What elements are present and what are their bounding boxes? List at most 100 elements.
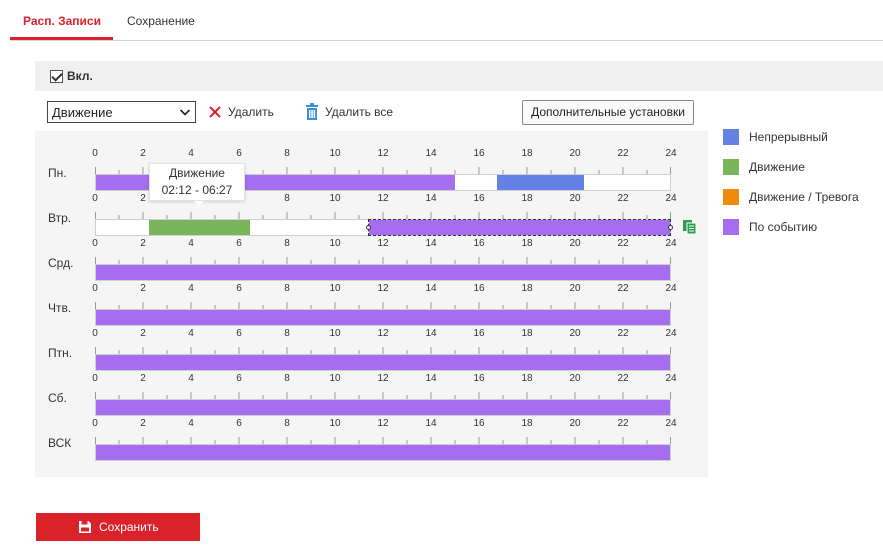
hour-tick-label: 8 xyxy=(284,238,290,249)
hour-tick-label: 24 xyxy=(665,238,677,249)
hour-tick-marks xyxy=(95,437,671,444)
tab-storage[interactable]: Сохранение xyxy=(127,14,195,28)
hour-tick-label: 18 xyxy=(521,328,533,339)
advanced-settings-button[interactable]: Дополнительные установки xyxy=(522,100,694,125)
legend-label-continuous: Непрерывный xyxy=(749,130,828,144)
hour-tick-label: 22 xyxy=(617,193,629,204)
hour-tick-label: 12 xyxy=(377,283,389,294)
hour-tick-label: 14 xyxy=(425,328,437,339)
hour-tick-label: 14 xyxy=(425,418,437,429)
day-label: Втр. xyxy=(48,211,72,225)
record-type-value: Движение xyxy=(52,105,113,120)
hour-tick-label: 6 xyxy=(236,148,242,159)
trash-icon xyxy=(306,103,318,120)
hour-tick-label: 18 xyxy=(521,148,533,159)
hour-tick-label: 16 xyxy=(473,283,485,294)
hour-tick-label: 6 xyxy=(236,283,242,294)
schedule-row: Сб. 0 2 4 6 8 10 12 14 16 18 20 22 24 xyxy=(35,365,708,416)
hour-tick-label: 12 xyxy=(377,373,389,384)
hour-tick-label: 14 xyxy=(425,238,437,249)
tooltip-range: 02:12 - 06:27 xyxy=(161,183,233,197)
hour-tick-label: 10 xyxy=(329,238,341,249)
hour-tick-label: 6 xyxy=(236,373,242,384)
save-label: Сохранить xyxy=(99,520,159,534)
tab-schedule[interactable]: Расп. Записи xyxy=(23,14,101,28)
day-label: ВСК xyxy=(48,436,72,450)
hour-tick-label: 4 xyxy=(188,373,194,384)
schedule-row: ВСК 0 2 4 6 8 10 12 14 16 18 20 22 24 xyxy=(35,410,708,461)
schedule-segment-event[interactable] xyxy=(96,445,670,460)
record-type-select[interactable]: Движение xyxy=(47,101,196,123)
hour-tick-label: 12 xyxy=(377,418,389,429)
hour-tick-label: 24 xyxy=(665,283,677,294)
hour-tick-label: 22 xyxy=(617,373,629,384)
hour-tick-label: 12 xyxy=(377,328,389,339)
hour-tick-label: 18 xyxy=(521,283,533,294)
hour-tick-label: 10 xyxy=(329,283,341,294)
hour-tick-marks xyxy=(95,257,671,264)
hour-tick-label: 2 xyxy=(140,373,146,384)
hour-tick-label: 22 xyxy=(617,328,629,339)
hour-tick-label: 2 xyxy=(140,148,146,159)
hour-tick-label: 20 xyxy=(569,193,581,204)
legend-label-motion: Движение xyxy=(749,160,805,174)
hour-tick-label: 20 xyxy=(569,373,581,384)
legend-swatch-alarm xyxy=(723,189,739,205)
hour-tick-label: 16 xyxy=(473,373,485,384)
hour-tick-label: 6 xyxy=(236,238,242,249)
hour-tick-label: 10 xyxy=(329,373,341,384)
hour-tick-label: 16 xyxy=(473,148,485,159)
legend-swatch-motion xyxy=(723,159,739,175)
legend-item-alarm: Движение / Тревога xyxy=(723,189,883,205)
chevron-down-icon xyxy=(179,109,191,116)
hour-tick-label: 10 xyxy=(329,418,341,429)
hour-tick-label: 22 xyxy=(617,283,629,294)
hour-tick-label: 0 xyxy=(92,328,98,339)
hour-tick-label: 24 xyxy=(665,373,677,384)
legend-label-event: По событию xyxy=(749,220,818,234)
hour-tick-label: 16 xyxy=(473,418,485,429)
hour-tick-label: 24 xyxy=(665,193,677,204)
hour-tick-label: 20 xyxy=(569,283,581,294)
save-icon xyxy=(79,521,91,533)
hour-tick-label: 4 xyxy=(188,283,194,294)
hour-tick-label: 0 xyxy=(92,283,98,294)
hour-tick-label: 16 xyxy=(473,328,485,339)
day-label: Птн. xyxy=(48,346,73,360)
enable-checkbox[interactable] xyxy=(50,70,63,83)
delete-all-label: Удалить все xyxy=(325,105,394,119)
tooltip-arrow xyxy=(194,201,204,206)
day-label: Чтв. xyxy=(48,301,72,315)
hour-tick-label: 20 xyxy=(569,238,581,249)
hour-tick-label: 4 xyxy=(188,418,194,429)
hour-tick-label: 24 xyxy=(665,328,677,339)
hour-tick-label: 8 xyxy=(284,328,290,339)
hour-tick-label: 0 xyxy=(92,238,98,249)
hour-tick-label: 18 xyxy=(521,418,533,429)
schedule-row: Чтв. 0 2 4 6 8 10 12 14 16 18 20 22 24 xyxy=(35,275,708,326)
hour-tick-label: 8 xyxy=(284,418,290,429)
day-timeline-bar[interactable] xyxy=(95,444,671,461)
hour-tick-label: 2 xyxy=(140,328,146,339)
legend-label-alarm: Движение / Тревога xyxy=(749,190,859,204)
schedule-row: Птн. 0 2 4 6 8 10 12 14 16 18 20 22 24 xyxy=(35,320,708,371)
schedule-row: Срд. 0 2 4 6 8 10 12 14 16 18 20 22 24 xyxy=(35,230,708,281)
hour-tick-label: 10 xyxy=(329,148,341,159)
hour-tick-label: 14 xyxy=(425,373,437,384)
hour-tick-label: 24 xyxy=(665,148,677,159)
schedule-panel: Пн.024681012141618202224Втр.024681012141… xyxy=(35,131,708,477)
hour-tick-label: 2 xyxy=(140,193,146,204)
hour-tick-label: 0 xyxy=(92,148,98,159)
enable-label: Вкл. xyxy=(67,69,93,83)
tooltip-title: Движение xyxy=(169,166,225,180)
hour-tick-label: 24 xyxy=(665,418,677,429)
hour-tick-label: 2 xyxy=(140,418,146,429)
legend-swatch-event xyxy=(723,219,739,235)
delete-x-icon xyxy=(209,106,221,118)
hour-tick-label: 18 xyxy=(521,238,533,249)
hour-tick-marks xyxy=(95,347,671,354)
legend-item-motion: Движение xyxy=(723,159,883,175)
hour-tick-label: 12 xyxy=(377,193,389,204)
save-button[interactable]: Сохранить xyxy=(36,513,200,541)
hour-tick-marks xyxy=(95,302,671,309)
